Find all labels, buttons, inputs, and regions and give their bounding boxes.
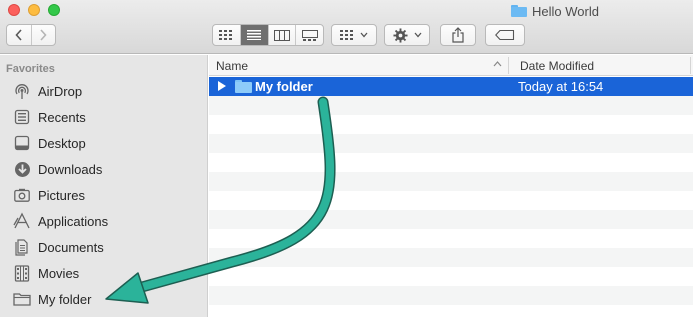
arrange-button[interactable] (331, 24, 377, 46)
close-window-button[interactable] (8, 4, 20, 16)
chevron-down-icon (414, 32, 421, 38)
empty-row (209, 305, 693, 317)
downloads-icon (12, 159, 32, 179)
sidebar-item-desktop[interactable]: Desktop (0, 130, 208, 156)
sidebar-item-airdrop[interactable]: AirDrop (0, 78, 208, 104)
icon-view-button[interactable] (213, 25, 240, 45)
empty-row (209, 191, 693, 210)
window-title-text: Hello World (532, 3, 599, 19)
sort-ascending-icon (493, 59, 502, 69)
sidebar-item-label: Desktop (38, 135, 86, 151)
sidebar-item-movies[interactable]: Movies (0, 260, 208, 286)
minimize-window-button[interactable] (28, 4, 40, 16)
maximize-window-button[interactable] (48, 4, 60, 16)
sidebar-item-pictures[interactable]: Pictures (0, 182, 208, 208)
forward-button[interactable] (30, 25, 56, 45)
disclosure-triangle-icon[interactable] (218, 81, 226, 91)
sidebar-item-label: Recents (38, 109, 86, 125)
navigation-buttons (6, 24, 56, 46)
column-divider[interactable] (690, 57, 691, 74)
window-title: Hello World (511, 2, 599, 20)
empty-row (209, 96, 693, 115)
empty-row (209, 153, 693, 172)
arrange-grid-icon (340, 30, 353, 40)
file-list: Name Date Modified My folder Today at 16… (209, 55, 693, 317)
movies-icon (12, 263, 32, 283)
empty-row (209, 134, 693, 153)
gallery-view-icon (301, 29, 318, 41)
empty-row (209, 229, 693, 248)
toolbar: Hello World (0, 0, 693, 54)
desktop-icon (12, 133, 32, 153)
finder-window: Hello World Favorites AirDrop Recents De… (0, 0, 693, 317)
list-view-button[interactable] (239, 25, 268, 45)
chevron-right-icon (40, 29, 47, 41)
column-header-name[interactable]: Name (216, 59, 248, 73)
sidebar-item-label: Applications (38, 213, 109, 229)
sidebar-item-label: Movies (38, 265, 80, 281)
column-divider[interactable] (508, 57, 509, 74)
empty-row (209, 210, 693, 229)
column-view-button[interactable] (267, 25, 296, 45)
empty-row (209, 172, 693, 191)
sidebar: Favorites AirDrop Recents Desktop Downlo… (0, 55, 208, 317)
action-button[interactable] (384, 24, 430, 46)
sidebar-item-label: Downloads (38, 161, 103, 177)
list-view-icon (247, 30, 262, 40)
sidebar-item-applications[interactable]: Applications (0, 208, 208, 234)
sidebar-item-label: My folder (38, 291, 92, 307)
column-view-icon (273, 29, 290, 41)
file-date-modified: Today at 16:54 (518, 79, 604, 94)
applications-icon (12, 211, 32, 231)
pictures-icon (12, 185, 32, 205)
file-rows: My folder Today at 16:54 (209, 77, 693, 317)
icon-view-icon (219, 30, 233, 40)
empty-row (209, 248, 693, 267)
chevron-left-icon (15, 29, 22, 41)
empty-row (209, 115, 693, 134)
share-button[interactable] (440, 24, 476, 46)
table-row[interactable]: My folder Today at 16:54 (209, 77, 693, 96)
folder-icon (511, 5, 527, 17)
view-switcher (212, 24, 324, 46)
gear-icon (392, 27, 408, 43)
gallery-view-button[interactable] (295, 25, 323, 45)
sidebar-item-recents[interactable]: Recents (0, 104, 208, 130)
tag-icon (495, 30, 515, 40)
folder-icon (12, 289, 32, 309)
airdrop-icon (12, 81, 32, 101)
tag-button[interactable] (485, 24, 525, 46)
share-icon (452, 27, 464, 43)
back-button[interactable] (7, 25, 31, 45)
sidebar-item-label: AirDrop (38, 83, 83, 99)
recents-icon (12, 107, 32, 127)
sidebar-item-label: Documents (38, 239, 104, 255)
column-header-bar: Name Date Modified (209, 55, 693, 76)
empty-row (209, 267, 693, 286)
sidebar-section-header: Favorites (6, 63, 55, 75)
sidebar-item-documents[interactable]: Documents (0, 234, 208, 260)
empty-row (209, 286, 693, 305)
sidebar-item-my-folder[interactable]: My folder (0, 286, 208, 312)
folder-icon (235, 80, 252, 93)
file-name: My folder (255, 79, 313, 94)
sidebar-item-label: Pictures (38, 187, 85, 203)
chevron-down-icon (360, 32, 368, 38)
documents-icon (12, 237, 32, 257)
column-header-date-modified[interactable]: Date Modified (520, 59, 594, 73)
sidebar-item-downloads[interactable]: Downloads (0, 156, 208, 182)
